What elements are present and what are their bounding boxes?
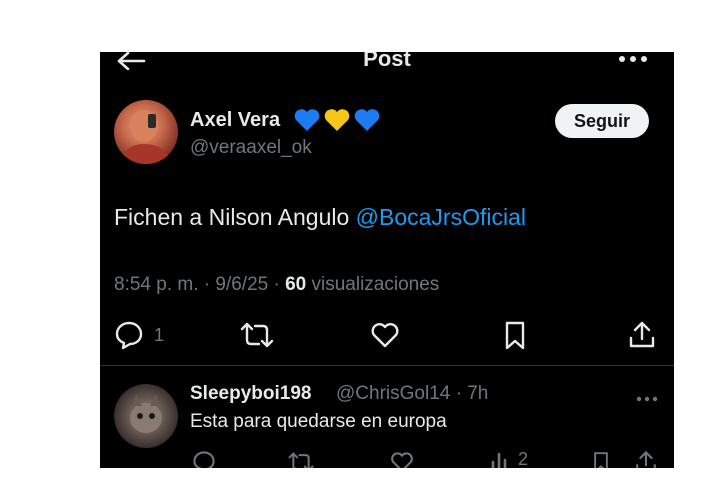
page-title: Post	[363, 52, 411, 71]
reply-reply-icon[interactable]	[192, 450, 216, 468]
views-icon[interactable]	[490, 450, 512, 468]
divider	[100, 365, 674, 366]
reply-bookmark-icon[interactable]	[590, 450, 612, 468]
reply-share-icon[interactable]	[634, 450, 658, 468]
reply-repost-icon[interactable]	[288, 450, 314, 468]
reply-views-count: 2	[518, 449, 529, 468]
reply-icon[interactable]	[114, 320, 144, 350]
reply-handle-time[interactable]: @ChrisGol14 · 7h	[336, 383, 488, 405]
more-icon[interactable]	[618, 52, 648, 66]
bookmark-icon[interactable]	[500, 320, 530, 350]
author-avatar[interactable]	[114, 100, 178, 164]
like-icon[interactable]	[370, 320, 400, 350]
heart-emojis	[293, 107, 383, 133]
reply-avatar[interactable]	[114, 384, 178, 448]
reply-count: 1	[154, 325, 165, 345]
top-bar: Post	[100, 52, 674, 92]
reply-like-icon[interactable]	[390, 450, 414, 468]
author-handle[interactable]: @veraaxel_ok	[190, 137, 312, 159]
reply-author-name[interactable]: Sleepyboi198	[190, 383, 311, 405]
tweet-meta: 8:54 p. m. · 9/6/25 · 60 visualizaciones	[114, 274, 439, 296]
views-label: visualizaciones	[306, 274, 440, 295]
timestamp[interactable]: 8:54 p. m. · 9/6/25 ·	[114, 274, 285, 295]
reply-text: Esta para quedarse en europa	[190, 411, 447, 432]
post-screen: Post Axel Vera @veraaxel_ok Seguir Fiche…	[100, 52, 674, 468]
reply-more-icon[interactable]	[636, 390, 658, 402]
share-icon[interactable]	[627, 320, 657, 350]
tweet-text: Fichen a Nilson Angulo @BocaJrsOficial	[114, 204, 526, 231]
author-name[interactable]: Axel Vera	[190, 109, 280, 132]
reply-action-bar: 2	[100, 449, 674, 468]
tweet-body: Fichen a Nilson Angulo	[114, 204, 356, 230]
views-count: 60	[285, 274, 307, 295]
repost-icon[interactable]	[240, 320, 274, 350]
action-bar: 1	[100, 316, 674, 356]
mention-link[interactable]: @BocaJrsOficial	[356, 204, 526, 230]
follow-button[interactable]: Seguir	[555, 104, 649, 138]
